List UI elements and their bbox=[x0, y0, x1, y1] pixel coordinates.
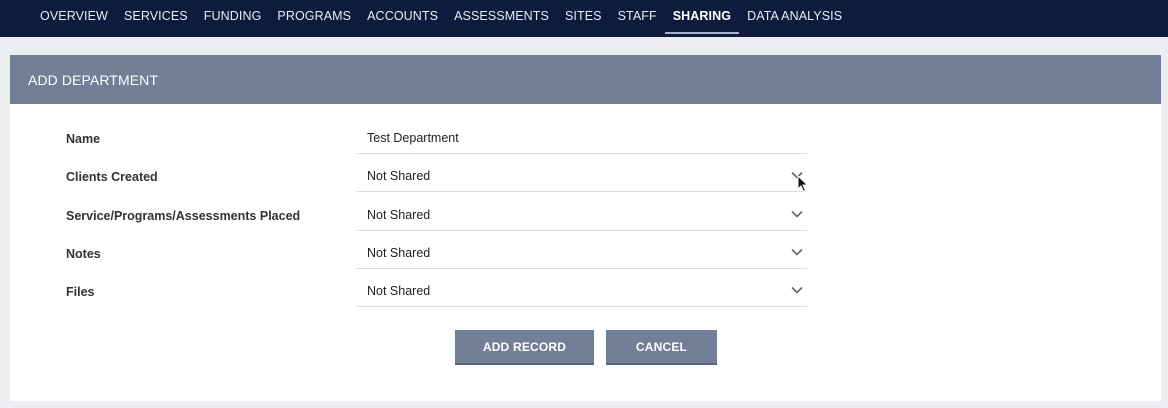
add-record-button[interactable]: ADD RECORD bbox=[455, 330, 594, 365]
chevron-down-icon[interactable] bbox=[791, 210, 803, 218]
name-input[interactable]: Test Department bbox=[357, 123, 807, 154]
notes-select[interactable]: Not Shared bbox=[357, 238, 807, 269]
nav-item-staff[interactable]: STAFF bbox=[610, 0, 665, 37]
files-value: Not Shared bbox=[367, 284, 431, 298]
top-navigation: OVERVIEW SERVICES FUNDING PROGRAMS ACCOU… bbox=[0, 0, 1168, 37]
chevron-down-icon[interactable] bbox=[791, 248, 803, 256]
service-programs-label: Service/Programs/Assessments Placed bbox=[66, 209, 301, 223]
form-row-files: Files Not Shared bbox=[10, 276, 1161, 307]
nav-item-programs[interactable]: PROGRAMS bbox=[269, 0, 359, 37]
cancel-button[interactable]: CANCEL bbox=[606, 330, 717, 365]
notes-label: Notes bbox=[66, 247, 101, 261]
add-department-panel: ADD DEPARTMENT Name Test Department Clie… bbox=[10, 55, 1161, 401]
form-row-notes: Notes Not Shared bbox=[10, 238, 1161, 269]
form-row-service-programs: Service/Programs/Assessments Placed Not … bbox=[10, 200, 1161, 231]
clients-created-label: Clients Created bbox=[66, 170, 158, 184]
service-programs-value: Not Shared bbox=[367, 208, 431, 222]
name-label: Name bbox=[66, 132, 101, 146]
files-label: Files bbox=[66, 285, 95, 299]
nav-item-sharing[interactable]: SHARING bbox=[664, 0, 740, 37]
notes-value: Not Shared bbox=[367, 246, 431, 260]
nav-item-data-analysis[interactable]: DATA ANALYSIS bbox=[739, 0, 850, 37]
nav-item-services[interactable]: SERVICES bbox=[116, 0, 196, 37]
nav-item-accounts[interactable]: ACCOUNTS bbox=[359, 0, 446, 37]
clients-created-value: Not Shared bbox=[367, 169, 431, 183]
form-row-clients-created: Clients Created Not Shared bbox=[10, 161, 1161, 192]
nav-item-overview[interactable]: OVERVIEW bbox=[32, 0, 116, 37]
form-row-name: Name Test Department bbox=[10, 123, 1161, 154]
panel-title: ADD DEPARTMENT bbox=[10, 55, 1161, 104]
files-select[interactable]: Not Shared bbox=[357, 276, 807, 307]
chevron-down-icon[interactable] bbox=[791, 286, 803, 294]
nav-item-sites[interactable]: SITES bbox=[557, 0, 610, 37]
nav-item-assessments[interactable]: ASSESSMENTS bbox=[446, 0, 557, 37]
chevron-down-icon[interactable] bbox=[791, 171, 803, 179]
nav-item-funding[interactable]: FUNDING bbox=[196, 0, 270, 37]
service-programs-select[interactable]: Not Shared bbox=[357, 200, 807, 231]
clients-created-select[interactable]: Not Shared bbox=[357, 161, 807, 192]
